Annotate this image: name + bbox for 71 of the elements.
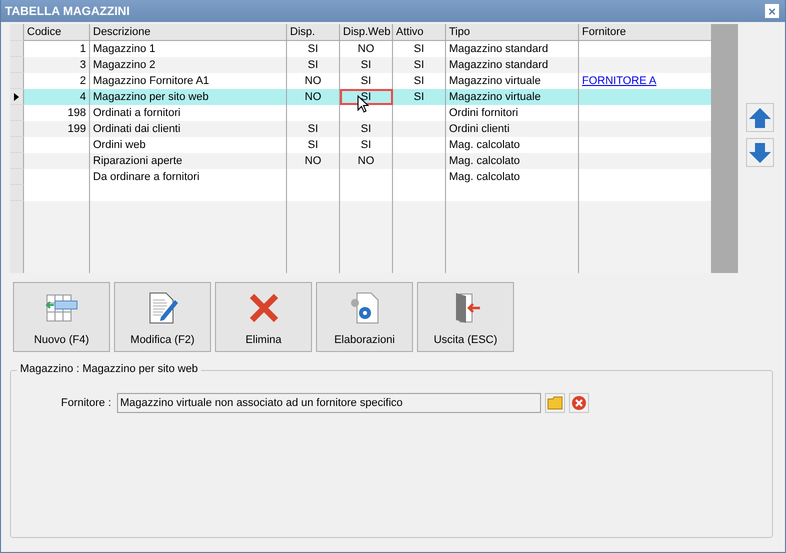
table-row[interactable]: 198 Ordinati a fornitori Ordini fornitori bbox=[10, 105, 712, 121]
table-cell: Mag. calcolato bbox=[449, 171, 520, 183]
table-cell: SI bbox=[414, 59, 424, 71]
table-cell: Riparazioni aperte bbox=[93, 155, 182, 167]
table-cell: Ordini fornitori bbox=[449, 107, 518, 119]
clear-button[interactable] bbox=[569, 393, 590, 413]
supplier-field[interactable]: Magazzino virtuale non associato ad un fornitore specifico bbox=[117, 393, 542, 413]
table-cell: Ordini clienti bbox=[449, 123, 510, 135]
table-cell: Magazzino Fornitore A1 bbox=[93, 75, 210, 87]
table-row[interactable]: 199 Ordinati dai clienti SI SI Ordini clienti bbox=[10, 121, 712, 137]
table-cell: NO bbox=[304, 91, 322, 103]
table-cell: SI bbox=[308, 123, 318, 135]
move-up-button[interactable] bbox=[746, 103, 774, 132]
delete-x-icon bbox=[248, 293, 278, 323]
table-cell: NO bbox=[304, 155, 322, 167]
document-edit-icon bbox=[146, 292, 178, 324]
table-row[interactable]: 3 Magazzino 2 SI SI SI Magazzino standard bbox=[10, 57, 712, 73]
table-cell: Ordinati dai clienti bbox=[93, 123, 180, 135]
table-cell: SI bbox=[360, 59, 372, 71]
table-row[interactable]: Riparazioni aperte NO NO Mag. calcolato bbox=[10, 153, 712, 169]
table-cell: SI bbox=[360, 75, 372, 87]
table-cell: Magazzino virtuale bbox=[449, 91, 541, 103]
folder-button[interactable] bbox=[545, 393, 566, 413]
table-cell: NO bbox=[358, 155, 374, 167]
table-cell: Magazzino standard bbox=[449, 59, 548, 71]
table-row[interactable]: 2 Magazzino Fornitore A1 NO SI SI Magazzino virtuale FORNITORE A bbox=[10, 73, 712, 89]
toolbar-button[interactable]: Uscita (ESC) bbox=[417, 282, 514, 352]
document-gear-icon bbox=[348, 292, 380, 324]
table-cell: SI bbox=[308, 59, 318, 71]
table-cell: SI bbox=[308, 43, 318, 55]
toolbar-button[interactable]: Elaborazioni bbox=[316, 282, 413, 352]
table-cell: 3 bbox=[80, 59, 86, 71]
table-cell: SI bbox=[308, 139, 318, 151]
table-cell: 198 bbox=[68, 107, 86, 119]
window-title: TABELLA MAGAZZINI bbox=[5, 4, 130, 18]
table-cell: Ordini web bbox=[93, 139, 146, 151]
table-cell: NO bbox=[358, 43, 374, 55]
table-cell: SI bbox=[360, 91, 372, 103]
table-cell: Da ordinare a fornitori bbox=[93, 171, 200, 183]
table-cell: Mag. calcolato bbox=[449, 139, 520, 151]
table-cell: Mag. calcolato bbox=[449, 155, 520, 167]
toolbar-button[interactable]: Modifica (F2) bbox=[114, 282, 211, 352]
table-cell: SI bbox=[414, 43, 424, 55]
table-cell: 1 bbox=[80, 43, 86, 55]
close-button[interactable]: × bbox=[765, 4, 779, 18]
table-row[interactable]: 1 Magazzino 1 SI NO SI Magazzino standard bbox=[10, 41, 712, 57]
group-title: Magazzino : Magazzino per sito web bbox=[17, 363, 201, 375]
supplier-link[interactable]: FORNITORE A bbox=[582, 75, 656, 87]
table-cell: SI bbox=[360, 123, 372, 135]
toolbar-button[interactable]: Elimina bbox=[215, 282, 312, 352]
table-cell: SI bbox=[414, 91, 424, 103]
table-cell: Magazzino 2 bbox=[93, 59, 156, 71]
table-cell: Magazzino virtuale bbox=[449, 75, 541, 87]
table-cell: SI bbox=[414, 75, 424, 87]
table-cell: Ordinati a fornitori bbox=[93, 107, 180, 119]
toolbar-button[interactable]: Nuovo (F4) bbox=[13, 282, 110, 352]
table-cell: NO bbox=[304, 75, 322, 87]
table-cell: 2 bbox=[80, 75, 86, 87]
table-cell: 4 bbox=[80, 91, 86, 103]
table-row[interactable]: Da ordinare a fornitori Mag. calcolato bbox=[10, 169, 712, 185]
row-selector[interactable] bbox=[10, 89, 24, 105]
row-pointer-icon bbox=[14, 92, 19, 100]
table-row[interactable]: Ordini web SI SI Mag. calcolato bbox=[10, 137, 712, 153]
table-cell: Magazzino standard bbox=[449, 43, 548, 55]
field-label: Fornitore : bbox=[61, 397, 112, 409]
move-down-button[interactable] bbox=[746, 138, 774, 167]
table-cell: Magazzino 1 bbox=[93, 43, 156, 55]
table-add-icon bbox=[44, 294, 78, 322]
table-cell: Magazzino per sito web bbox=[93, 91, 209, 103]
table-cell: 199 bbox=[68, 123, 86, 135]
table-cell: SI bbox=[360, 139, 372, 151]
